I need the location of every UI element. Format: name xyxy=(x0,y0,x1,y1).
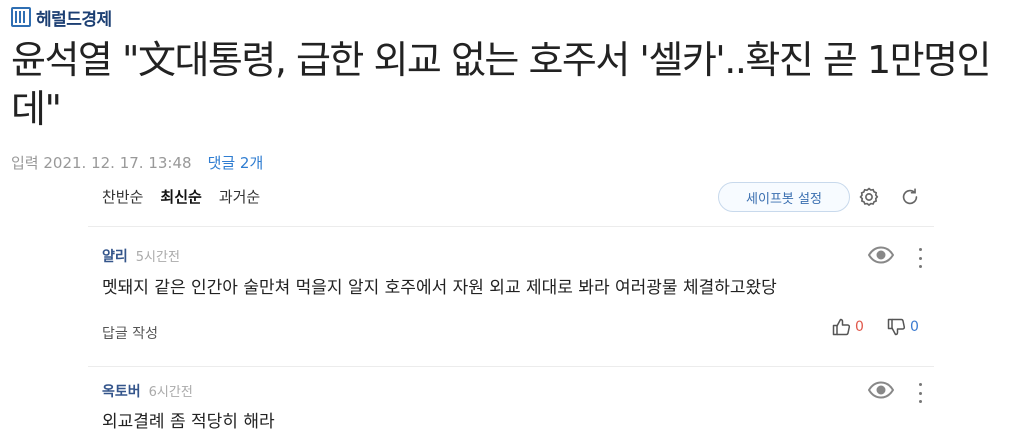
sort-by-oldest[interactable]: 과거순 xyxy=(219,186,260,207)
eye-icon[interactable] xyxy=(868,246,894,264)
thumbs-up-icon xyxy=(832,318,851,336)
comment-author[interactable]: 옥토버 xyxy=(102,381,141,401)
comment-time: 5시간전 xyxy=(135,250,180,265)
published-date: 입력 2021. 12. 17. 13:48 xyxy=(11,154,192,172)
comment-header: 옥토버 6시간전 xyxy=(102,381,193,401)
sort-by-votes[interactable]: 찬반순 xyxy=(102,186,143,207)
like-count: 0 xyxy=(855,319,864,335)
comment-text: 외교결례 좀 적당히 해라 xyxy=(102,412,275,432)
eye-icon[interactable] xyxy=(868,381,894,399)
press-name[interactable]: 헤럴드경제 xyxy=(36,5,112,30)
comment-text: 멧돼지 같은 인간아 술만쳐 먹을지 알지 호주에서 자원 외교 제대로 봐라 … xyxy=(102,278,777,298)
comment-item: 옥토버 6시간전 외교결례 좀 적당히 해라 xyxy=(88,381,934,438)
press-header[interactable]: 헤럴드경제 xyxy=(11,5,112,30)
article-headline: 윤석열 "文대통령, 급한 외교 없는 호주서 '셀카'..확진 곧 1만명인데… xyxy=(11,38,992,131)
thumbs-down-icon xyxy=(887,318,906,336)
safebot-settings-button[interactable]: 세이프봇 설정 xyxy=(718,182,850,212)
refresh-button[interactable] xyxy=(897,184,923,210)
reply-button[interactable]: 답글 작성 xyxy=(102,323,158,343)
refresh-icon xyxy=(902,188,918,205)
sort-by-newest[interactable]: 최신순 xyxy=(160,186,201,207)
like-button[interactable]: 0 xyxy=(832,317,864,337)
article-meta: 입력 2021. 12. 17. 13:48 댓글 2개 xyxy=(11,152,263,173)
divider xyxy=(88,366,934,367)
comment-header: 얄리 5시간전 xyxy=(102,246,180,266)
more-options-icon[interactable] xyxy=(914,248,926,268)
comment-author[interactable]: 얄리 xyxy=(102,246,128,266)
comment-time: 6시간전 xyxy=(148,385,193,400)
dislike-button[interactable]: 0 xyxy=(887,317,919,337)
divider xyxy=(88,226,934,227)
more-options-icon[interactable] xyxy=(914,383,926,403)
settings-button[interactable] xyxy=(856,184,882,210)
herald-logo-icon xyxy=(11,7,31,27)
comment-sort-tabs: 찬반순 최신순 과거순 xyxy=(102,186,277,207)
gear-icon xyxy=(859,187,879,207)
comment-count-link[interactable]: 댓글 2개 xyxy=(208,152,264,173)
dislike-count: 0 xyxy=(910,319,919,335)
comment-item: 얄리 5시간전 멧돼지 같은 인간아 술만쳐 먹을지 알지 호주에서 자원 외교… xyxy=(88,246,934,366)
